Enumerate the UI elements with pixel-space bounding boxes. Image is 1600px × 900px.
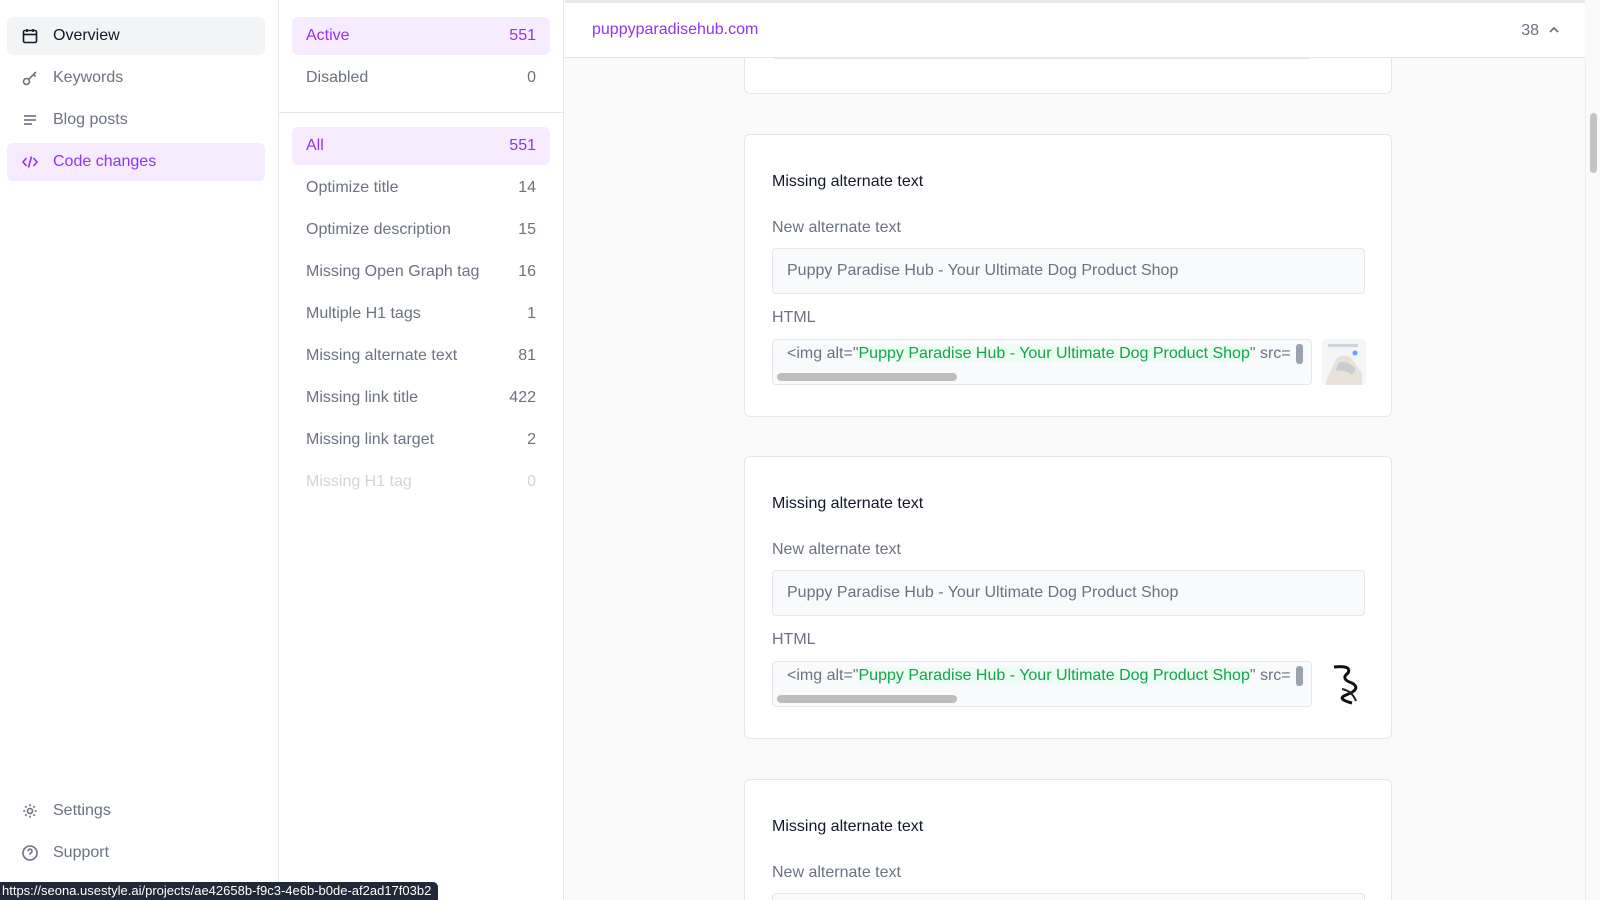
filter-missing-link-target[interactable]: Missing link target 2 — [292, 421, 550, 459]
filter-count: 16 — [518, 263, 536, 280]
html-alt-value: Puppy Paradise Hub - Your Ultimate Dog P… — [858, 667, 1250, 684]
filter-missing-link-title[interactable]: Missing link title 422 — [292, 379, 550, 417]
filter-label: Disabled — [306, 69, 369, 86]
divider — [279, 112, 564, 113]
nav-item-blog-posts[interactable]: Blog posts — [7, 101, 265, 139]
filter-label: Missing link target — [306, 431, 435, 448]
filter-label: Missing H1 tag — [306, 473, 412, 490]
filter-optimize-title[interactable]: Optimize title 14 — [292, 169, 550, 207]
code-icon — [21, 153, 39, 171]
code-horizontal-scrollbar[interactable] — [777, 695, 957, 703]
html-label: HTML — [772, 309, 816, 326]
key-icon — [21, 69, 39, 87]
new-alt-label: New alternate text — [772, 864, 901, 881]
filter-count: 81 — [518, 347, 536, 364]
code-vertical-scrollbar[interactable] — [1296, 666, 1303, 686]
nav-item-keywords[interactable]: Keywords — [7, 59, 265, 97]
html-code-field[interactable]: <img alt="Puppy Paradise Hub - Your Ulti… — [772, 339, 1312, 385]
html-code-line: <img alt="Puppy Paradise Hub - Your Ulti… — [787, 345, 1291, 363]
nav-item-support[interactable]: Support — [7, 834, 265, 872]
lines-icon — [21, 111, 39, 129]
filter-label: All — [306, 137, 324, 154]
html-label: HTML — [772, 631, 816, 648]
html-suffix: " src= — [1249, 345, 1291, 362]
new-alt-text-input[interactable] — [772, 893, 1365, 900]
scrollbar-thumb[interactable] — [1590, 113, 1597, 173]
filter-label: Optimize description — [306, 221, 451, 238]
filter-label: Active — [306, 27, 350, 44]
filter-count: 0 — [527, 473, 536, 490]
html-code-line: <img alt="Puppy Paradise Hub - Your Ulti… — [787, 667, 1291, 685]
filter-label: Optimize title — [306, 179, 399, 196]
domain-link[interactable]: puppyparadisehub.com — [592, 21, 758, 39]
filter-panel: Active 551 Disabled 0 All 551 Optimize t… — [279, 0, 564, 900]
filter-count: 551 — [509, 27, 536, 44]
card-title: Missing alternate text — [772, 818, 924, 835]
help-circle-icon — [21, 844, 39, 862]
calendar-icon — [21, 27, 39, 45]
collapse-button[interactable] — [1547, 23, 1563, 39]
image-thumbnail — [1322, 339, 1366, 385]
filter-count: 2 — [527, 431, 536, 448]
nav-item-label: Keywords — [53, 69, 124, 86]
filter-label: Missing Open Graph tag — [306, 263, 480, 280]
filter-count: 14 — [518, 179, 536, 196]
card-title: Missing alternate text — [772, 173, 924, 190]
nav-item-settings[interactable]: Settings — [7, 792, 265, 830]
filter-optimize-description[interactable]: Optimize description 15 — [292, 211, 550, 249]
main-navigation: Overview Keywords Blog posts Code change… — [0, 0, 279, 900]
code-vertical-scrollbar[interactable] — [1296, 344, 1303, 364]
change-card: Missing alternate text New alternate tex… — [744, 456, 1392, 739]
filter-count: 1 — [527, 305, 536, 322]
filter-multiple-h1-tags[interactable]: Multiple H1 tags 1 — [292, 295, 550, 333]
filter-all[interactable]: All 551 — [292, 127, 550, 165]
filter-missing-alternate-text[interactable]: Missing alternate text 81 — [292, 337, 550, 375]
filter-count: 15 — [518, 221, 536, 238]
nav-item-code-changes[interactable]: Code changes — [7, 143, 265, 181]
page-scrollbar[interactable] — [1585, 58, 1600, 900]
card-title: Missing alternate text — [772, 495, 924, 512]
new-alt-text-input[interactable]: Puppy Paradise Hub - Your Ultimate Dog P… — [772, 570, 1365, 616]
gear-icon — [21, 802, 39, 820]
nav-item-label: Settings — [53, 802, 111, 819]
nav-item-label: Overview — [53, 27, 120, 44]
filter-count: 0 — [527, 69, 536, 86]
code-horizontal-scrollbar[interactable] — [777, 373, 957, 381]
new-alt-text-input[interactable]: Puppy Paradise Hub - Your Ultimate Dog P… — [772, 248, 1365, 294]
html-alt-value: Puppy Paradise Hub - Your Ultimate Dog P… — [858, 345, 1250, 362]
nav-item-label: Support — [53, 844, 110, 861]
html-suffix: " src= — [1249, 667, 1291, 684]
filter-disabled[interactable]: Disabled 0 — [292, 59, 550, 97]
filter-label: Missing alternate text — [306, 347, 458, 364]
status-bar-url: https://seona.usestyle.ai/projects/ae426… — [0, 882, 439, 900]
change-card: Missing alternate text New alternate tex… — [744, 134, 1392, 417]
html-prefix: <img alt=" — [787, 667, 859, 684]
nav-item-label: Blog posts — [53, 111, 128, 128]
new-alt-label: New alternate text — [772, 541, 901, 558]
filter-active[interactable]: Active 551 — [292, 17, 550, 55]
change-count: 38 — [1521, 22, 1539, 39]
domain-header: puppyparadisehub.com 38 — [565, 0, 1585, 58]
filter-count: 422 — [509, 389, 536, 406]
chevron-up-icon — [1547, 24, 1561, 41]
nav-item-label: Code changes — [53, 153, 157, 170]
main-content: Missing alternate text New alternate tex… — [565, 0, 1600, 900]
filter-missing-open-graph-tag[interactable]: Missing Open Graph tag 16 — [292, 253, 550, 291]
image-thumbnail — [1322, 661, 1366, 707]
filter-count: 551 — [509, 137, 536, 154]
nav-item-overview[interactable]: Overview — [7, 17, 265, 55]
filter-label: Multiple H1 tags — [306, 305, 421, 322]
html-prefix: <img alt=" — [787, 345, 859, 362]
new-alt-label: New alternate text — [772, 219, 901, 236]
filter-label: Missing link title — [306, 389, 419, 406]
change-card: Missing alternate text New alternate tex… — [744, 779, 1392, 900]
html-code-field[interactable]: <img alt="Puppy Paradise Hub - Your Ulti… — [772, 661, 1312, 707]
filter-missing-h1-tag: Missing H1 tag 0 — [292, 463, 550, 501]
